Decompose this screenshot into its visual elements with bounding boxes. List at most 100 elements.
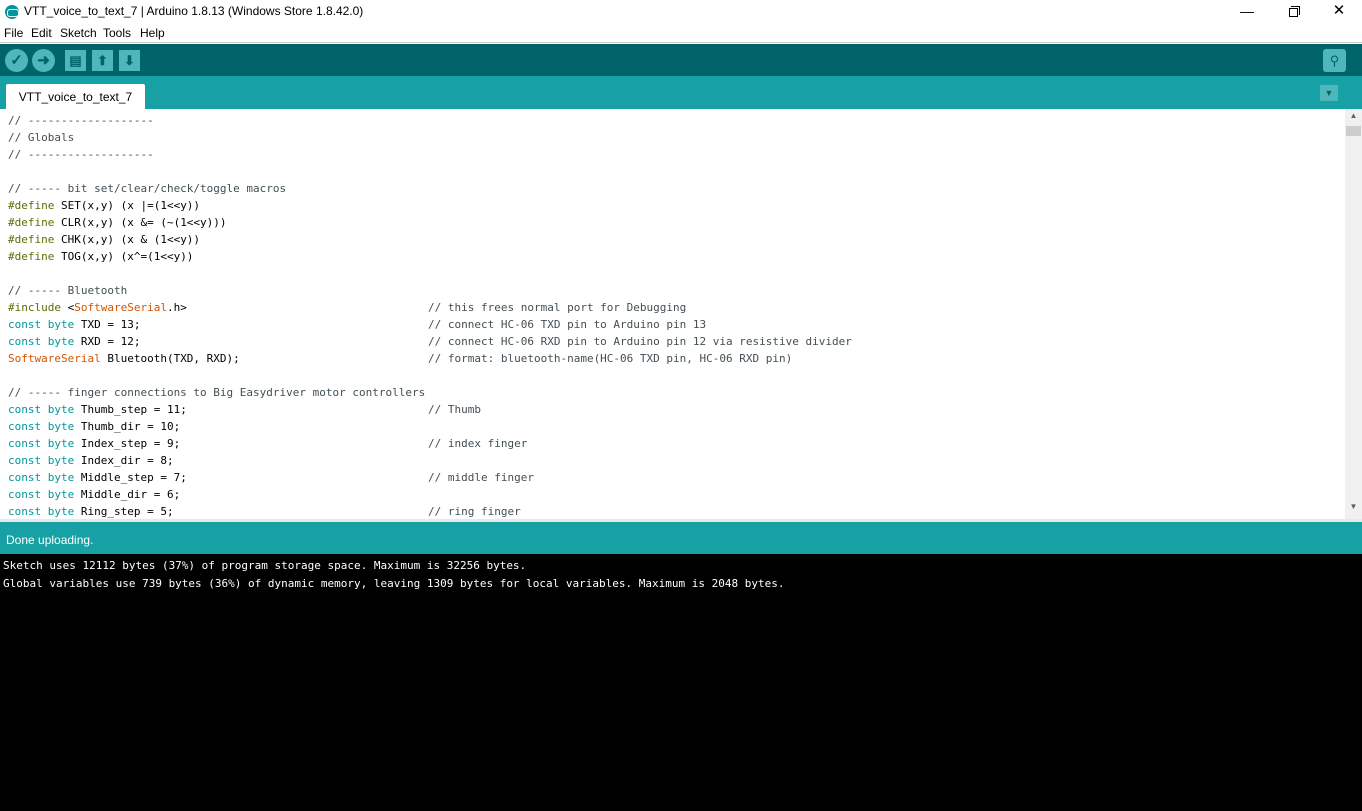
code-token: const [8, 318, 42, 331]
code-token: const [8, 471, 42, 484]
code-line: // Globals [8, 131, 75, 144]
code-token: #define [8, 199, 55, 212]
code-token: byte [47, 318, 75, 331]
tab-bar: VTT_voice_to_text_7 ▼ [0, 76, 1362, 109]
code-token: Middle_dir = 6; [74, 488, 181, 501]
menu-sketch[interactable]: Sketch [60, 26, 97, 40]
code-line: // ----- Bluetooth [8, 284, 128, 297]
code-token: const [8, 437, 42, 450]
arrow-up-icon: ⬆ [97, 53, 108, 68]
code-token: Thumb_dir = 10; [74, 420, 181, 433]
tab-sketch[interactable]: VTT_voice_to_text_7 [6, 84, 145, 109]
code-comment: // format: bluetooth-name(HC-06 TXD pin,… [428, 352, 793, 365]
code-token: TOG(x,y) (x^=(1<<y)) [54, 250, 194, 263]
menu-bar: File Edit Sketch Tools Help [0, 24, 1362, 43]
code-token: Index_step = 9; [74, 437, 181, 450]
code-line: const byte Middle_step = 7; [8, 469, 187, 486]
new-file-icon: ▤ [69, 53, 82, 68]
code-line: #define CLR(x,y) (x &= (~(1<<y))) [8, 214, 227, 231]
console-line: Global variables use 739 bytes (36%) of … [3, 577, 785, 590]
code-token: #include [8, 301, 61, 314]
code-token: Bluetooth(TXD, RXD); [100, 352, 240, 365]
menu-file[interactable]: File [4, 26, 23, 40]
serial-monitor-button[interactable]: ⚲ [1323, 49, 1346, 72]
code-token: #define [8, 233, 55, 246]
scrollbar-thumb[interactable] [1346, 126, 1361, 136]
magnifier-icon: ⚲ [1329, 53, 1340, 68]
code-line: #define SET(x,y) (x |=(1<<y)) [8, 197, 200, 214]
code-token: Middle_step = 7; [74, 471, 187, 484]
editor-scrollbar[interactable]: ▲ ▼ [1345, 109, 1362, 519]
code-token: const [8, 505, 42, 518]
open-sketch-button[interactable]: ⬆ [92, 50, 113, 71]
code-token: const [8, 454, 42, 467]
maximize-button[interactable] [1270, 0, 1316, 24]
check-icon: ✓ [10, 52, 23, 69]
code-comment: // connect HC-06 RXD pin to Arduino pin … [428, 335, 852, 348]
code-token: < [60, 301, 75, 314]
code-comment: // this frees normal port for Debugging [428, 301, 687, 314]
scroll-down-icon[interactable]: ▼ [1345, 502, 1362, 514]
code-line: const byte Index_step = 9; [8, 435, 180, 452]
status-bar: Done uploading. [0, 522, 1362, 554]
code-line: const byte Ring_step = 5; [8, 503, 174, 519]
toolbar: ✓ ➜ ▤ ⬆ ⬇ ⚲ [0, 44, 1362, 76]
code-token: byte [47, 335, 75, 348]
code-line: const byte Middle_dir = 6; [8, 486, 180, 503]
code-token: byte [47, 403, 75, 416]
code-token: Thumb_step = 11; [74, 403, 187, 416]
code-token: #define [8, 250, 55, 263]
code-line: const byte Thumb_dir = 10; [8, 418, 180, 435]
code-token: .h> [166, 301, 187, 314]
code-token: Ring_step = 5; [74, 505, 174, 518]
save-sketch-button[interactable]: ⬇ [119, 50, 140, 71]
code-comment: // index finger [428, 437, 528, 450]
code-line: const byte RXD = 12; [8, 333, 140, 350]
minimize-button[interactable]: — [1224, 0, 1270, 24]
console-line: Sketch uses 12112 bytes (37%) of program… [3, 559, 527, 572]
menu-edit[interactable]: Edit [31, 26, 52, 40]
close-button[interactable]: ✕ [1316, 0, 1362, 24]
code-token: byte [47, 505, 75, 518]
code-token: const [8, 403, 42, 416]
arduino-logo-icon [5, 5, 19, 19]
code-token: const [8, 420, 42, 433]
status-message: Done uploading. [6, 533, 94, 547]
code-token: #define [8, 216, 55, 229]
code-token: RXD = 12; [74, 335, 141, 348]
code-line: #include <SoftwareSerial.h> [8, 299, 187, 316]
code-comment: // Thumb [428, 403, 481, 416]
scroll-up-icon[interactable]: ▲ [1345, 111, 1362, 123]
code-token: byte [47, 488, 75, 501]
code-token: byte [47, 420, 75, 433]
code-comment: // ring finger [428, 505, 521, 518]
new-sketch-button[interactable]: ▤ [65, 50, 86, 71]
maximize-icon [1288, 6, 1300, 17]
code-line: // ----- finger connections to Big Easyd… [8, 386, 426, 399]
code-token: CLR(x,y) (x &= (~(1<<y))) [54, 216, 227, 229]
title-bar: VTT_voice_to_text_7 | Arduino 1.8.13 (Wi… [0, 0, 1362, 24]
code-line: SoftwareSerial Bluetooth(TXD, RXD); [8, 350, 240, 367]
code-token: CHK(x,y) (x & (1<<y)) [54, 233, 201, 246]
code-line: // ------------------- [8, 114, 154, 127]
menu-tools[interactable]: Tools [103, 26, 131, 40]
code-editor[interactable]: // ------------------- // Globals // ---… [0, 109, 1345, 519]
chevron-down-icon: ▼ [1324, 88, 1334, 98]
code-token: SoftwareSerial [74, 301, 167, 314]
console-output: Sketch uses 12112 bytes (37%) of program… [0, 554, 1362, 811]
code-comment: // connect HC-06 TXD pin to Arduino pin … [428, 318, 707, 331]
code-line: const byte Index_dir = 8; [8, 452, 174, 469]
code-token: const [8, 488, 42, 501]
code-token: byte [47, 454, 75, 467]
code-line: #define TOG(x,y) (x^=(1<<y)) [8, 248, 193, 265]
menu-help[interactable]: Help [140, 26, 165, 40]
upload-button[interactable]: ➜ [32, 49, 55, 72]
code-line: const byte Thumb_step = 11; [8, 401, 187, 418]
verify-button[interactable]: ✓ [5, 49, 28, 72]
code-line: // ----- bit set/clear/check/toggle macr… [8, 182, 287, 195]
code-token: SET(x,y) (x |=(1<<y)) [54, 199, 201, 212]
tab-menu-button[interactable]: ▼ [1320, 85, 1338, 101]
window-title: VTT_voice_to_text_7 | Arduino 1.8.13 (Wi… [24, 4, 364, 18]
